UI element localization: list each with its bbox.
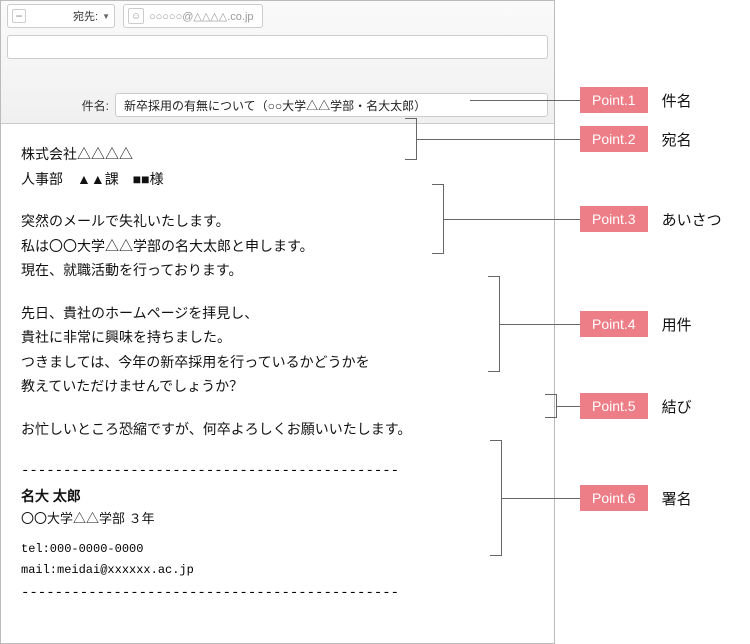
cc-input[interactable] — [7, 35, 548, 59]
point-badge: Point.2 — [580, 126, 648, 152]
point-label: 結び — [662, 396, 692, 417]
subject-value: 新卒採用の有無について（○○大学△△学部・名大太郎） — [124, 97, 426, 114]
callout-3: Point.3 あいさつ — [432, 184, 722, 254]
main-line: 貴社に非常に興味を持ちました。 — [21, 325, 534, 350]
point-badge: Point.6 — [580, 485, 648, 511]
point-label: 件名 — [662, 90, 692, 111]
point-badge: Point.1 — [580, 87, 648, 113]
to-label: 宛先: — [30, 8, 102, 24]
recipient-chip[interactable]: ☺ ○○○○○@△△△△.co.jp — [123, 4, 263, 28]
to-field-selector[interactable]: − 宛先: ▼ — [7, 4, 115, 28]
signature-tel: tel:000-0000-0000 — [21, 539, 534, 560]
callout-2: Point.2 宛名 — [405, 118, 692, 160]
point-label: あいさつ — [662, 209, 722, 230]
signature-block: ----------------------------------------… — [21, 459, 534, 605]
callout-bracket — [488, 276, 500, 372]
callout-6: Point.6 署名 — [490, 440, 692, 556]
callout-line — [500, 324, 580, 325]
point-badge: Point.4 — [580, 311, 648, 337]
recipient-address: ○○○○○@△△△△.co.jp — [149, 10, 254, 23]
main-line: 先日、貴社のホームページを拝見し、 — [21, 301, 534, 326]
chevron-down-icon[interactable]: ▼ — [102, 12, 110, 21]
closing-block: お忙しいところ恐縮ですが、何卒よろしくお願いいたします。 — [21, 417, 534, 442]
to-row: − 宛先: ▼ ☺ ○○○○○@△△△△.co.jp — [1, 1, 554, 31]
greeting-line: 現在、就職活動を行っております。 — [21, 258, 534, 283]
main-block: 先日、貴社のホームページを拝見し、 貴社に非常に興味を持ちました。 つきましては… — [21, 301, 534, 399]
main-line: つきましては、今年の新卒採用を行っているかどうかを — [21, 350, 534, 375]
signature-mail: mail:meidai@xxxxxx.ac.jp — [21, 560, 534, 581]
remove-icon[interactable]: − — [12, 9, 26, 23]
callout-bracket — [432, 184, 444, 254]
point-badge: Point.3 — [580, 206, 648, 232]
callout-1: Point.1 件名 — [470, 87, 692, 113]
callout-line — [557, 406, 580, 407]
callout-line — [444, 219, 580, 220]
point-label: 用件 — [662, 314, 692, 335]
closing-line: お忙しいところ恐縮ですが、何卒よろしくお願いいたします。 — [21, 417, 534, 442]
callout-4: Point.4 用件 — [488, 276, 692, 372]
callout-line — [470, 100, 580, 101]
point-badge: Point.5 — [580, 393, 648, 419]
point-label: 宛名 — [662, 129, 692, 150]
callout-line — [417, 139, 580, 140]
callout-line — [502, 498, 580, 499]
main-line: 教えていただけませんでしょうか？ — [21, 374, 534, 399]
callout-bracket — [405, 118, 417, 160]
signature-sep: ----------------------------------------… — [21, 459, 534, 484]
callout-bracket — [490, 440, 502, 556]
contact-icon: ☺ — [128, 8, 144, 24]
subject-label: 件名: — [7, 97, 115, 114]
callout-5: Point.5 結び — [545, 393, 692, 419]
signature-name: 名大 太郎 — [21, 484, 534, 509]
callout-bracket — [545, 394, 557, 418]
point-label: 署名 — [662, 488, 692, 509]
signature-sep: ----------------------------------------… — [21, 581, 534, 606]
signature-affil: 〇〇大学△△学部 ３年 — [21, 508, 534, 531]
